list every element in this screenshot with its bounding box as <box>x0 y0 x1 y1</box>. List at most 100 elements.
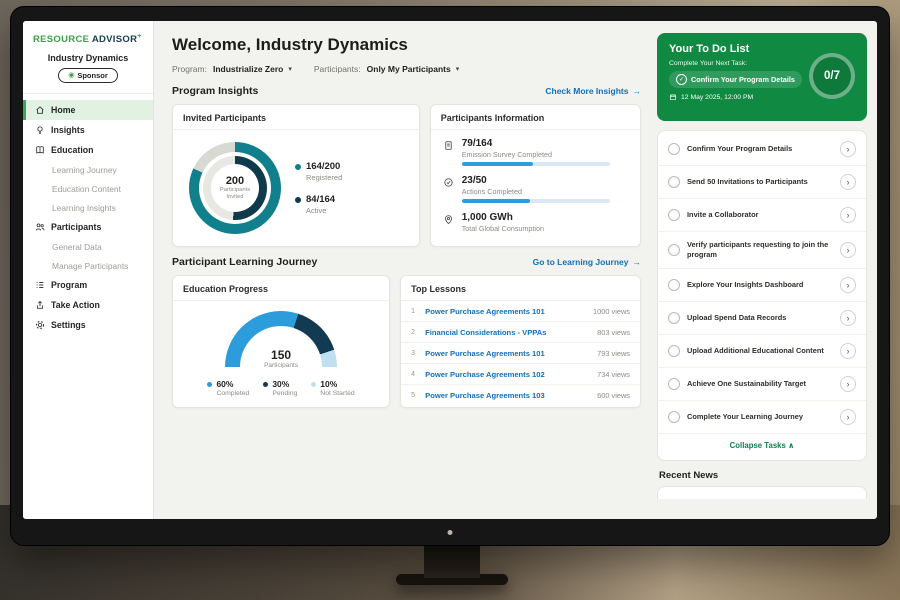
task-item[interactable]: Invite a Collaborator › <box>658 199 866 232</box>
task-checkbox[interactable] <box>668 312 680 324</box>
go-to-learning-journey-link[interactable]: Go to Learning Journey → <box>533 257 641 267</box>
task-item[interactable]: Confirm Your Program Details › <box>658 133 866 166</box>
task-chevron-icon[interactable]: › <box>840 207 856 223</box>
lesson-rank: 2 <box>411 329 418 336</box>
target-icon <box>443 177 454 203</box>
program-list-icon <box>35 280 45 290</box>
task-item[interactable]: Verify participants requesting to join t… <box>658 232 866 269</box>
chevron-down-icon: ▾ <box>288 65 292 73</box>
sidebar-item-learning-insights[interactable]: Learning Insights <box>23 198 153 217</box>
stat-actions-completed: 23/50 Actions Completed <box>443 175 628 203</box>
sidebar-item-home[interactable]: Home <box>23 100 153 120</box>
task-chevron-icon[interactable]: › <box>840 277 856 293</box>
participants-select-value: Only My Participants <box>367 64 451 74</box>
task-chevron-icon[interactable]: › <box>840 242 856 258</box>
lesson-link[interactable]: Power Purchase Agreements 103 <box>425 391 590 400</box>
education-progress-card: Education Progress 150 Participants 60% <box>172 275 390 408</box>
legend-value: 30% <box>272 379 289 389</box>
insights-icon <box>35 125 45 135</box>
lesson-link[interactable]: Power Purchase Agreements 101 <box>425 349 590 358</box>
task-item[interactable]: Explore Your Insights Dashboard › <box>658 269 866 302</box>
take-action-icon <box>35 300 45 310</box>
top-lessons-card: Top Lessons 1 Power Purchase Agreements … <box>400 275 641 408</box>
sidebar-item-program[interactable]: Program <box>23 275 153 295</box>
sidebar-nav: Home Insights Education Learning Journey… <box>23 94 153 341</box>
task-chevron-icon[interactable]: › <box>840 141 856 157</box>
lesson-row: 2 Financial Considerations - VPPAs 803 v… <box>401 322 640 343</box>
task-checkbox[interactable] <box>668 209 680 221</box>
lesson-link[interactable]: Financial Considerations - VPPAs <box>425 328 590 337</box>
sidebar-item-label: Take Action <box>51 300 100 310</box>
section-title: Program Insights <box>172 85 258 97</box>
task-checkbox[interactable] <box>668 345 680 357</box>
legend-value: 60% <box>216 379 233 389</box>
legend-label: Pending <box>272 390 297 397</box>
collapse-tasks-button[interactable]: Collapse Tasks ∧ <box>658 434 866 458</box>
learning-cards-row: Education Progress 150 Participants 60% <box>172 275 641 408</box>
program-select[interactable]: Industrialize Zero ▾ <box>213 64 292 74</box>
sidebar-item-learning-journey[interactable]: Learning Journey <box>23 160 153 179</box>
todo-progress-value: 0/7 <box>824 70 840 82</box>
scene: { "app": { "logo_primary": "RESOURCE", "… <box>0 0 900 600</box>
legend-dot <box>263 382 268 387</box>
legend-label: Active <box>306 206 335 215</box>
sidebar-item-education[interactable]: Education <box>23 140 153 160</box>
legend-item-not-started: 10% Not Started <box>311 379 354 397</box>
sidebar: RESOURCE ADVISOR+ Industry Dynamics ◉ Sp… <box>23 21 154 519</box>
stat-emission-survey: 79/164 Emission Survey Completed <box>443 138 628 166</box>
task-item[interactable]: Upload Additional Educational Content › <box>658 335 866 368</box>
progress-bar <box>462 162 610 166</box>
survey-icon <box>443 140 454 166</box>
lesson-link[interactable]: Power Purchase Agreements 101 <box>425 307 586 316</box>
lesson-link[interactable]: Power Purchase Agreements 102 <box>425 370 590 379</box>
legend-value: 84/164 <box>306 194 335 205</box>
legend-dot <box>295 164 301 170</box>
task-checkbox[interactable] <box>668 143 680 155</box>
task-item[interactable]: Upload Spend Data Records › <box>658 302 866 335</box>
legend-label: Completed <box>216 390 249 397</box>
arrow-right-icon: → <box>633 257 642 267</box>
stat-label: Actions Completed <box>462 187 610 196</box>
task-item[interactable]: Complete Your Learning Journey › <box>658 401 866 434</box>
sidebar-item-participants[interactable]: Participants <box>23 217 153 237</box>
legend-value: 164/200 <box>306 161 342 172</box>
sponsor-badge[interactable]: ◉ Sponsor <box>58 68 118 83</box>
task-chevron-icon[interactable]: › <box>840 310 856 326</box>
sidebar-item-education-content[interactable]: Education Content <box>23 179 153 198</box>
dashboard-screen: RESOURCE ADVISOR+ Industry Dynamics ◉ Sp… <box>23 21 877 519</box>
sidebar-item-take-action[interactable]: Take Action <box>23 295 153 315</box>
education-icon <box>35 145 45 155</box>
check-more-insights-link[interactable]: Check More Insights → <box>545 86 641 96</box>
task-item[interactable]: Send 50 Invitations to Participants › <box>658 166 866 199</box>
app-logo: RESOURCE ADVISOR+ <box>23 21 153 51</box>
lesson-row: 4 Power Purchase Agreements 102 734 view… <box>401 364 640 385</box>
task-chevron-icon[interactable]: › <box>840 376 856 392</box>
todo-next-task[interactable]: ✓ Confirm Your Program Details <box>669 71 802 88</box>
sidebar-item-insights[interactable]: Insights <box>23 120 153 140</box>
task-chevron-icon[interactable]: › <box>840 174 856 190</box>
task-chevron-icon[interactable]: › <box>840 343 856 359</box>
task-checkbox[interactable] <box>668 244 680 256</box>
invited-participants-card: Invited Participants 200 Participants In… <box>172 104 420 247</box>
collapse-tasks-label: Collapse Tasks <box>730 441 786 450</box>
task-checkbox[interactable] <box>668 279 680 291</box>
stat-value: 79/164 <box>462 138 610 149</box>
donut-center-label: Participants Invited <box>214 187 256 201</box>
stat-value: 1,000 GWh <box>462 212 544 223</box>
participants-select[interactable]: Only My Participants ▾ <box>367 64 460 74</box>
org-block: Industry Dynamics ◉ Sponsor <box>23 51 153 94</box>
sidebar-item-manage-participants[interactable]: Manage Participants <box>23 256 153 275</box>
gauge-legend: 60% Completed 30% Pending 10% Not Starte… <box>207 379 354 397</box>
sidebar-item-general-data[interactable]: General Data <box>23 237 153 256</box>
stat-value: 23/50 <box>462 175 610 186</box>
task-chevron-icon[interactable]: › <box>840 409 856 425</box>
lesson-views: 793 views <box>597 349 630 358</box>
sidebar-item-label: Program <box>51 280 87 290</box>
lesson-views: 803 views <box>597 328 630 337</box>
legend-item-active: 84/164 Active <box>295 194 342 215</box>
task-checkbox[interactable] <box>668 176 680 188</box>
task-item[interactable]: Achieve One Sustainability Target › <box>658 368 866 401</box>
task-checkbox[interactable] <box>668 378 680 390</box>
sidebar-item-settings[interactable]: Settings <box>23 315 153 335</box>
task-checkbox[interactable] <box>668 411 680 423</box>
